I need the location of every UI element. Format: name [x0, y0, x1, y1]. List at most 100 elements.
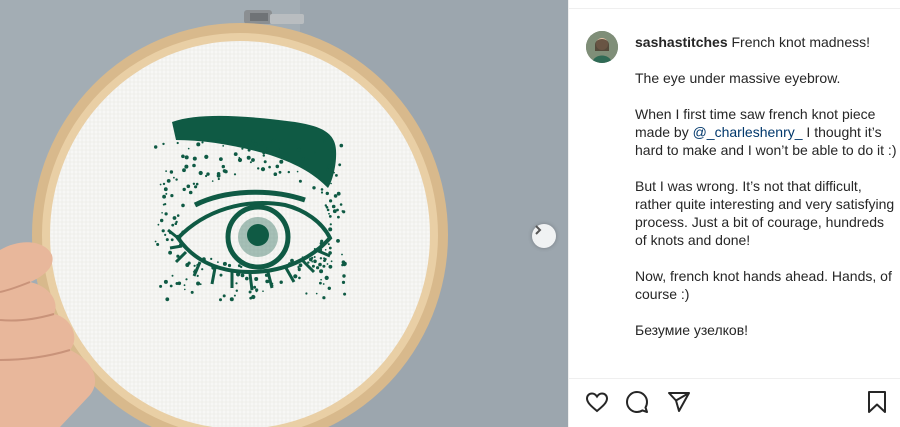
knot-dot — [266, 147, 269, 150]
knot-dot — [341, 280, 346, 284]
knot-dot — [211, 180, 214, 182]
knot-dot — [273, 172, 278, 176]
knot-dot — [249, 161, 252, 164]
username-link[interactable]: sashastitches — [635, 34, 728, 50]
like-button[interactable] — [583, 388, 611, 416]
knot-dot — [229, 297, 234, 302]
knot-dot — [341, 253, 343, 256]
knot-dot — [184, 155, 189, 160]
knot-dot — [279, 280, 283, 284]
knot-dot — [328, 212, 330, 215]
knot-dot — [329, 223, 332, 226]
knot-dot — [332, 209, 337, 214]
knot-dot — [184, 288, 186, 291]
knot-dot — [320, 191, 324, 194]
knot-dot — [176, 141, 179, 145]
knot-dot — [182, 187, 186, 192]
knot-dot — [156, 243, 159, 245]
caption-paragraph: The eye under massive eyebrow. — [635, 70, 841, 86]
knot-dot — [296, 147, 301, 152]
knot-dot — [326, 168, 329, 172]
knot-dot — [233, 152, 238, 157]
knot-dot — [159, 183, 162, 186]
knot-dot — [262, 151, 266, 155]
knot-dot — [240, 273, 245, 278]
knot-dot — [175, 178, 178, 181]
knot-dot — [169, 284, 173, 288]
knot-dot — [173, 176, 175, 179]
knot-dot — [339, 143, 344, 148]
knot-dot — [237, 157, 243, 163]
knot-dot — [194, 185, 198, 189]
knot-dot — [322, 283, 325, 285]
knot-dot — [323, 259, 326, 262]
knot-dot — [296, 170, 299, 173]
knot-dot — [162, 203, 165, 206]
knot-dot — [330, 260, 333, 263]
knot-dot — [221, 164, 225, 169]
knot-dot — [240, 265, 243, 269]
knot-dot — [325, 191, 329, 196]
knot-dot — [313, 256, 316, 258]
knot-dot — [263, 160, 267, 164]
share-button[interactable] — [665, 388, 693, 416]
knot-dot — [182, 168, 186, 173]
mention-link[interactable]: @_charleshenry_ — [693, 124, 803, 140]
knot-dot — [165, 297, 170, 302]
save-button[interactable] — [863, 388, 891, 416]
knot-dot — [177, 281, 182, 286]
knot-dot — [172, 216, 177, 220]
actions-divider — [569, 378, 900, 379]
knot-dot — [210, 257, 213, 260]
knot-dot — [339, 203, 343, 206]
knot-dot — [328, 264, 333, 269]
avatar[interactable] — [586, 31, 618, 63]
post-side-panel: sashastitches French knot madness! The e… — [568, 0, 900, 427]
knot-dot — [187, 261, 191, 265]
knot-dot — [297, 267, 301, 271]
bookmark-icon — [868, 391, 886, 413]
knot-dot — [157, 223, 160, 226]
knot-dot — [154, 145, 158, 149]
knot-dot — [222, 145, 225, 147]
knot-dot — [186, 184, 191, 189]
knot-dot — [222, 169, 227, 173]
top-divider — [569, 8, 900, 9]
knot-dot — [162, 182, 166, 186]
caption-paragraph: But I was wrong. It’s not that difficult… — [635, 178, 895, 248]
knot-dot — [192, 163, 196, 168]
knot-dot — [196, 142, 201, 147]
knot-dot — [253, 142, 258, 147]
knot-dot — [216, 173, 221, 178]
knot-dot — [298, 263, 303, 268]
knot-dot — [298, 179, 302, 183]
knot-dot — [192, 182, 196, 185]
knot-dot — [161, 229, 165, 233]
knot-dot — [278, 170, 282, 174]
knot-dot — [311, 256, 314, 259]
knot-dot — [342, 274, 346, 278]
knot-dot — [260, 167, 266, 172]
knot-dot — [322, 296, 326, 300]
knot-dot — [161, 212, 163, 214]
knot-dot — [330, 182, 332, 185]
knot-dot — [160, 218, 164, 223]
knot-dot — [159, 284, 163, 288]
knot-dot — [217, 261, 219, 263]
comment-button[interactable] — [623, 388, 651, 416]
knot-dot — [329, 199, 333, 203]
knot-dot — [337, 215, 340, 219]
knot-dot — [336, 239, 340, 243]
knot-dot — [320, 239, 324, 243]
knot-dot — [342, 261, 347, 266]
knot-dot — [198, 170, 203, 176]
knot-dot — [168, 250, 173, 255]
knot-dot — [323, 257, 326, 260]
knot-dot — [315, 292, 318, 295]
next-image-button[interactable] — [532, 224, 556, 248]
knot-dot — [248, 144, 252, 148]
knot-dot — [305, 292, 308, 295]
knot-dot — [271, 138, 276, 143]
knot-dot — [170, 238, 174, 242]
knot-dot — [327, 243, 330, 246]
